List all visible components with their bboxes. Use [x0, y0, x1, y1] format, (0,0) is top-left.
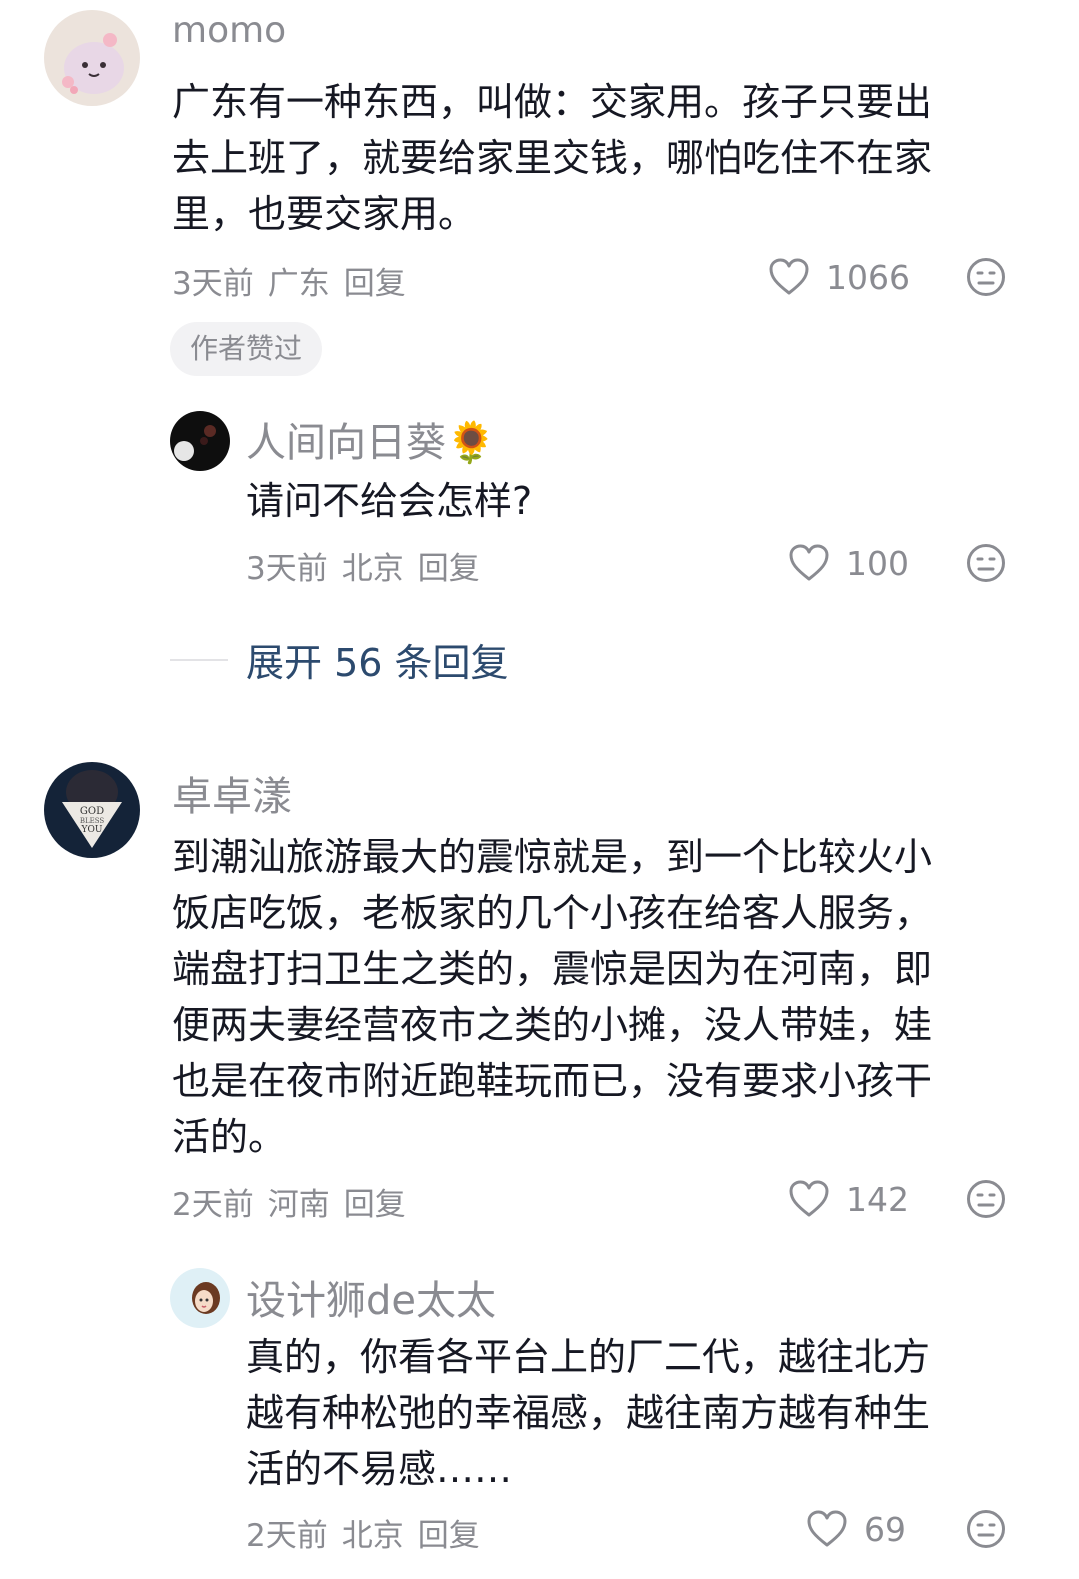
username[interactable]: 卓卓漾: [172, 764, 292, 822]
heart-outline-icon: [788, 543, 846, 583]
dislike-button[interactable]: [966, 257, 1006, 297]
username[interactable]: momo: [172, 10, 286, 51]
dislike-button[interactable]: [966, 543, 1006, 583]
meh-face-icon: [966, 1509, 1006, 1549]
like-count: 100: [846, 543, 909, 583]
like-button[interactable]: 142: [788, 1179, 909, 1219]
svg-text:BLESS: BLESS: [80, 817, 105, 825]
reply-meta: 3天前 北京 回复: [246, 543, 480, 588]
dislike-button[interactable]: [966, 1509, 1006, 1549]
reply-avatar[interactable]: [170, 411, 230, 471]
reply-location: 北京: [341, 551, 404, 587]
like-count: 142: [846, 1179, 909, 1219]
expand-replies-label[interactable]: 展开 56 条回复: [246, 632, 509, 687]
reply-button[interactable]: 回复: [418, 1518, 480, 1554]
comment-location: 河南: [267, 1187, 330, 1223]
dislike-button[interactable]: [966, 1179, 1006, 1219]
like-button[interactable]: 1066: [768, 257, 910, 297]
comment-location: 广东: [267, 266, 330, 302]
reply-button[interactable]: 回复: [344, 1187, 406, 1223]
comment-text: 广东有一种东西，叫做：交家用。孩子只要出 去上班了，就要给家里交钱，哪怕吃住不在…: [172, 80, 933, 236]
reply-time: 3天前: [246, 551, 328, 587]
reply-button[interactable]: 回复: [344, 266, 406, 302]
like-count: 1066: [826, 257, 910, 297]
svg-text:YOU: YOU: [81, 825, 103, 835]
expand-replies-button[interactable]: 展开 56 条回复: [170, 632, 509, 687]
reply-username[interactable]: 设计狮de太太: [246, 1268, 496, 1326]
meh-face-icon: [966, 257, 1006, 297]
reply-avatar[interactable]: [170, 1268, 230, 1328]
expand-divider: [170, 658, 228, 661]
comment-time: 2天前: [172, 1187, 254, 1223]
reply-button[interactable]: 回复: [418, 551, 480, 587]
comment-meta: 2天前 河南 回复: [172, 1179, 406, 1224]
reply-location: 北京: [341, 1518, 404, 1554]
svg-text:GOD: GOD: [80, 806, 104, 817]
like-button[interactable]: 100: [788, 543, 909, 583]
comment-time: 3天前: [172, 266, 254, 302]
heart-outline-icon: [768, 257, 826, 297]
meh-face-icon: [966, 1179, 1006, 1219]
heart-outline-icon: [788, 1179, 846, 1219]
reply-text: 请问不给会怎样?: [246, 479, 533, 523]
like-count: 69: [864, 1509, 906, 1549]
reply-username[interactable]: 人间向日葵🌻: [246, 410, 496, 468]
heart-outline-icon: [806, 1509, 864, 1549]
like-button[interactable]: 69: [806, 1509, 906, 1549]
meh-face-icon: [966, 543, 1006, 583]
author-liked-badge: 作者赞过: [170, 322, 323, 376]
reply-text: 真的，你看各平台上的厂二代，越往北方 越有种松弛的幸福感，越往南方越有种生 活的…: [246, 1335, 931, 1491]
comment-meta: 3天前 广东 回复: [172, 258, 406, 303]
reply-meta: 2天前 北京 回复: [246, 1510, 480, 1555]
comment-text: 到潮汕旅游最大的震惊就是，到一个比较火小 饭店吃饭，老板家的几个小孩在给客人服务…: [172, 835, 933, 1159]
user-avatar[interactable]: GOD BLESS YOU: [44, 762, 140, 858]
user-avatar[interactable]: [44, 10, 140, 106]
reply-time: 2天前: [246, 1518, 328, 1554]
